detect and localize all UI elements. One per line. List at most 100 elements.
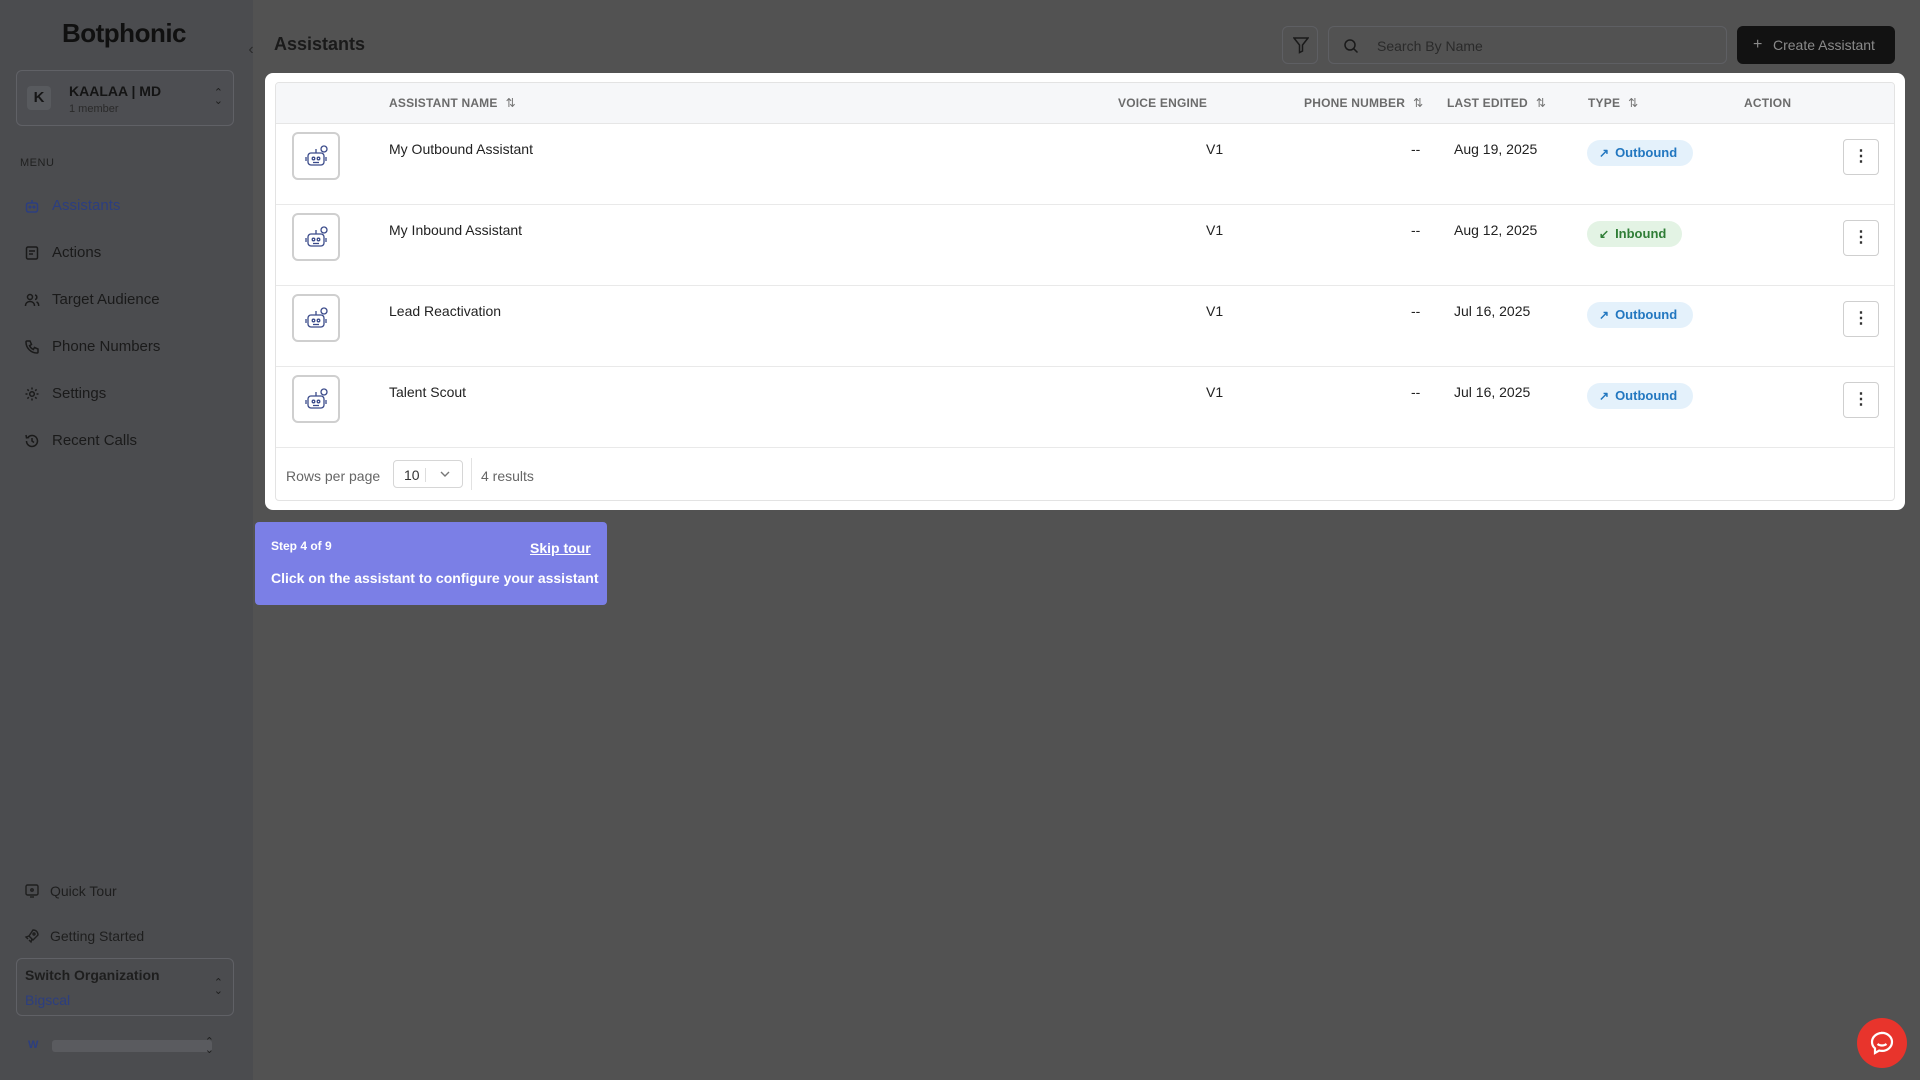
robot-icon xyxy=(25,200,39,213)
table-row[interactable]: My Inbound Assistant V1 -- Aug 12, 2025 … xyxy=(276,205,1894,286)
more-vertical-icon: ⋮ xyxy=(1853,229,1869,246)
quick-tour-link[interactable]: Quick Tour xyxy=(24,880,234,902)
column-phone-number[interactable]: PHONE NUMBER ⇅ xyxy=(1304,96,1423,110)
skip-tour-link[interactable]: Skip tour xyxy=(530,540,591,556)
sidebar-item-target-audience[interactable]: Target Audience xyxy=(24,288,234,312)
robot-icon xyxy=(305,307,328,328)
chat-icon xyxy=(1870,1031,1894,1055)
getting-started-link[interactable]: Getting Started xyxy=(24,925,234,947)
sidebar-item-label: Phone Numbers xyxy=(52,338,161,355)
last-edited: Aug 19, 2025 xyxy=(1454,141,1538,157)
type-label: Outbound xyxy=(1615,388,1678,403)
sidebar-item-label: Actions xyxy=(52,244,102,261)
sidebar-item-settings[interactable]: Settings xyxy=(24,382,234,406)
assistant-name[interactable]: My Outbound Assistant xyxy=(389,141,533,157)
menu-label: MENU xyxy=(20,157,55,169)
sidebar-item-recent-calls[interactable]: Recent Calls xyxy=(24,429,234,453)
last-edited: Aug 12, 2025 xyxy=(1454,222,1538,238)
org-members: 1 member xyxy=(69,103,119,115)
switch-organization[interactable]: Switch Organization Bigscal ⌃ ⌄ xyxy=(16,958,234,1016)
sort-icon[interactable]: ⇅ xyxy=(506,96,516,110)
column-action: ACTION xyxy=(1744,96,1791,110)
users-icon xyxy=(24,293,40,307)
sort-icon[interactable]: ⇅ xyxy=(1628,96,1638,110)
type-badge: ↗ Outbound xyxy=(1587,302,1694,328)
user-email-redacted xyxy=(52,1040,212,1052)
type-badge: ↗ Outbound xyxy=(1587,383,1694,409)
voice-engine: V1 xyxy=(1206,141,1224,157)
voice-engine: V1 xyxy=(1206,303,1224,319)
chevron-updown-icon: ⌃ ⌄ xyxy=(213,977,223,997)
column-voice-engine: VOICE ENGINE xyxy=(1118,96,1207,110)
sidebar-item-label: Recent Calls xyxy=(52,432,138,449)
more-actions-button[interactable]: ⋮ xyxy=(1843,220,1879,256)
create-assistant-button[interactable]: + Create Assistant xyxy=(1737,26,1895,64)
phone-number: -- xyxy=(1411,384,1421,400)
filter-button[interactable] xyxy=(1282,26,1318,64)
more-actions-button[interactable]: ⋮ xyxy=(1843,382,1879,418)
sidebar-item-label: Target Audience xyxy=(52,291,160,308)
collapse-sidebar-icon[interactable]: ‹ xyxy=(243,40,259,60)
gear-icon xyxy=(25,387,39,401)
sidebar-item-actions[interactable]: Actions xyxy=(24,241,234,265)
actions-icon xyxy=(25,246,39,260)
results-count: 4 results xyxy=(481,468,534,484)
page-title: Assistants xyxy=(274,34,366,54)
arrow-up-right-icon: ↗ xyxy=(1599,308,1610,322)
more-actions-button[interactable]: ⋮ xyxy=(1843,301,1879,337)
org-avatar: K xyxy=(27,86,51,110)
robot-icon xyxy=(305,226,328,247)
last-edited: Jul 16, 2025 xyxy=(1454,384,1531,400)
column-assistant-name[interactable]: ASSISTANT NAME ⇅ xyxy=(389,96,516,110)
more-actions-button[interactable]: ⋮ xyxy=(1843,139,1879,175)
phone-number: -- xyxy=(1411,303,1421,319)
filter-icon xyxy=(1293,37,1309,54)
column-type[interactable]: TYPE ⇅ xyxy=(1588,96,1638,110)
chat-widget-button[interactable] xyxy=(1857,1018,1907,1068)
sidebar: Botphonic ‹ K KAALAA | MD 1 member ⌃ ⌄ ME… xyxy=(0,0,254,1080)
chevron-updown-icon: ⌃ ⌄ xyxy=(213,87,223,107)
org-name: KAALAA | MD xyxy=(69,83,162,99)
rows-per-page-value: 10 xyxy=(404,467,420,483)
column-last-edited[interactable]: LAST EDITED ⇅ xyxy=(1447,96,1546,110)
app-logo[interactable]: Botphonic xyxy=(0,18,248,49)
sort-icon[interactable]: ⇅ xyxy=(1413,96,1423,110)
search-input[interactable] xyxy=(1377,35,1707,57)
table-row[interactable]: My Outbound Assistant V1 -- Aug 19, 2025… xyxy=(276,124,1894,205)
sidebar-item-assistants[interactable]: Assistants xyxy=(24,194,234,218)
tour-step: Step 4 of 9 xyxy=(271,539,332,553)
quick-tour-label: Quick Tour xyxy=(50,883,117,899)
sort-icon[interactable]: ⇅ xyxy=(1536,96,1546,110)
tour-message: Click on the assistant to configure your… xyxy=(271,570,599,586)
rows-per-page-label: Rows per page xyxy=(286,468,381,484)
search-box xyxy=(1328,26,1727,64)
rows-per-page-select[interactable]: 10 xyxy=(393,460,463,488)
getting-started-label: Getting Started xyxy=(50,928,145,944)
tour-tooltip: Step 4 of 9 Skip tour Click on the assis… xyxy=(255,522,607,605)
switch-org-value: Bigscal xyxy=(25,992,71,1008)
more-vertical-icon: ⋮ xyxy=(1853,310,1869,327)
column-label: ACTION xyxy=(1744,96,1792,110)
org-selector[interactable]: K KAALAA | MD 1 member ⌃ ⌄ xyxy=(16,70,234,126)
assistant-name[interactable]: Lead Reactivation xyxy=(389,303,501,319)
assistant-name[interactable]: My Inbound Assistant xyxy=(389,222,522,238)
rocket-icon xyxy=(24,929,39,944)
column-label: ASSISTANT NAME xyxy=(389,96,498,110)
assistant-avatar xyxy=(292,294,340,342)
table-row[interactable]: Talent Scout V1 -- Jul 16, 2025 ↗ Outboun… xyxy=(276,367,1894,448)
assistant-avatar xyxy=(292,213,340,261)
history-icon xyxy=(25,434,39,448)
plus-icon: + xyxy=(1753,36,1763,53)
chevron-down-icon xyxy=(440,471,450,477)
arrow-up-right-icon: ↗ xyxy=(1599,146,1610,160)
assistant-name[interactable]: Talent Scout xyxy=(389,384,466,400)
type-badge: ↙ Inbound xyxy=(1587,221,1683,247)
user-menu[interactable]: W ⌃ ⌄ xyxy=(24,1036,234,1056)
sidebar-item-phone-numbers[interactable]: Phone Numbers xyxy=(24,335,234,359)
assistant-avatar xyxy=(292,132,340,180)
type-label: Outbound xyxy=(1615,145,1678,160)
table-row[interactable]: Lead Reactivation V1 -- Jul 16, 2025 ↗ Ou… xyxy=(276,286,1894,367)
divider xyxy=(425,468,426,482)
voice-engine: V1 xyxy=(1206,222,1224,238)
table-footer: Rows per page 10 4 results xyxy=(276,449,1894,500)
